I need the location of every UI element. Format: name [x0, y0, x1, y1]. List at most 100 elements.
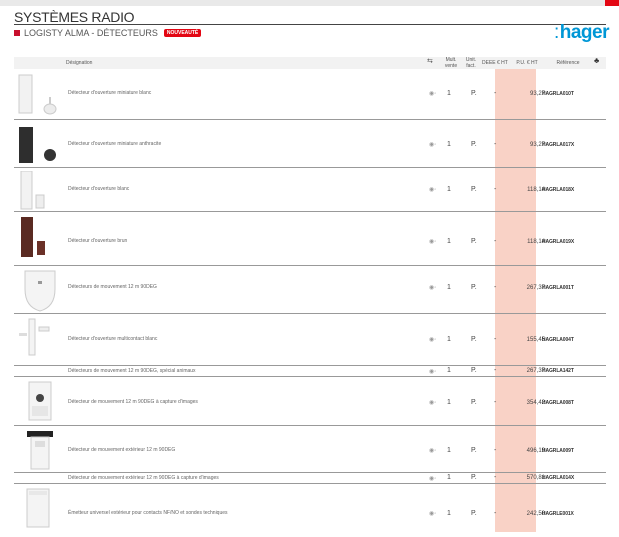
row-qty: 1	[447, 367, 451, 374]
row-description: Détecteur de mouvement extérieur 12 m 90…	[68, 447, 176, 453]
row-description: Émetteur universel extérieur pour contac…	[68, 510, 228, 516]
row-description: Détecteurs de mouvement 12 m 90DEG	[68, 284, 157, 290]
row-unit: P.	[471, 399, 477, 406]
product-image-multicontact	[19, 318, 50, 356]
header-price: P.U. € HT	[516, 60, 538, 66]
section-divider	[14, 24, 606, 25]
row-unit: P.	[471, 238, 477, 245]
row-deee: -	[494, 90, 497, 97]
section-title: SYSTÈMES RADIO	[14, 9, 135, 25]
row-qty: 1	[447, 141, 451, 148]
row-reference: HAGRLA008T	[542, 400, 574, 406]
row-price: 118,14	[527, 239, 545, 245]
row-qty: 1	[447, 399, 451, 406]
table-row: Détecteur de mouvement 12 m 90DEG à capt…	[14, 377, 606, 426]
product-image-universal-transmitter	[26, 488, 50, 528]
row-price: 496,19	[526, 448, 545, 454]
row-unit: P.	[471, 447, 477, 454]
row-qty: 1	[447, 474, 451, 481]
row-deee: -	[494, 474, 497, 481]
table-header: Désignation ⇆ Mult. vente Unit. fact. DE…	[14, 57, 606, 69]
row-qty: 1	[447, 284, 451, 291]
row-deee: -	[494, 367, 497, 374]
row-description: Détecteur de mouvement 12 m 90DEG à capt…	[68, 399, 198, 405]
corner-tab	[605, 0, 619, 6]
product-image-opening-mini-anthracite	[19, 127, 56, 163]
header-multiple-sale: Mult. vente	[444, 57, 458, 69]
hager-logo: :hager	[553, 22, 610, 44]
radio-icon: ⇆	[427, 58, 433, 65]
logo-text: hager	[559, 22, 610, 43]
radio-badge: ◉◦	[429, 369, 437, 375]
product-image-opening-brown	[21, 217, 45, 257]
table-row: Émetteur universel extérieur pour contac…	[14, 484, 606, 532]
row-description: Détecteur de mouvement extérieur 12 m 90…	[68, 475, 219, 481]
radio-badge: ◉◦	[429, 187, 437, 193]
product-image-motion-detector	[24, 270, 56, 312]
row-unit: P.	[471, 284, 477, 291]
table-row: Détecteurs de mouvement 12 m 90DEG, spéc…	[14, 366, 606, 377]
row-unit: P.	[471, 510, 477, 517]
row-unit: P.	[471, 186, 477, 193]
row-deee: -	[494, 510, 497, 517]
logo-mark: :	[553, 22, 559, 43]
radio-badge: ◉◦	[429, 448, 437, 454]
row-reference: HAGRLA142T	[542, 368, 574, 374]
row-description: Détecteur d'ouverture miniature anthraci…	[68, 141, 162, 147]
row-price: 267,37	[526, 368, 545, 374]
row-description: Détecteurs de mouvement 12 m 90DEG, spéc…	[68, 368, 196, 374]
top-band	[0, 0, 619, 6]
radio-badge: ◉◦	[429, 337, 437, 343]
table-row: Détecteur d'ouverture miniature anthraci…	[14, 120, 606, 168]
row-deee: -	[494, 336, 497, 343]
header-reference: Référence	[556, 60, 580, 66]
row-unit: P.	[471, 90, 477, 97]
row-qty: 1	[447, 510, 451, 517]
row-deee: -	[494, 447, 497, 454]
row-qty: 1	[447, 336, 451, 343]
family-icon: ♣	[594, 56, 600, 65]
row-reference: HAGRLA017X	[542, 142, 575, 148]
row-description: Détecteur d'ouverture miniature blanc	[68, 90, 152, 96]
row-price: 93,27	[529, 142, 545, 148]
subtitle-label: LOGISTY ALMA - DÉTECTEURS	[24, 28, 158, 38]
radio-badge: ◉◦	[429, 91, 437, 97]
table-row: Détecteur d'ouverture multicontact blanc…	[14, 314, 606, 366]
table-row: Détecteurs de mouvement 12 m 90DEG ◉◦ 1 …	[14, 266, 606, 314]
row-reference: HAGRLA004T	[542, 337, 574, 343]
row-reference: HAGRLA010T	[542, 91, 574, 97]
product-image-opening-mini-white	[18, 74, 57, 115]
product-image-motion-camera	[28, 381, 52, 421]
row-price: 354,42	[526, 400, 545, 406]
row-deee: -	[494, 284, 497, 291]
row-deee: -	[494, 238, 497, 245]
product-image-opening-white	[20, 171, 45, 210]
row-unit: P.	[471, 367, 477, 374]
row-qty: 1	[447, 186, 451, 193]
header-deee: DEEE € HT	[482, 60, 508, 66]
row-reference: HAGRLA018X	[542, 187, 575, 193]
row-reference: HAGRLA014X	[542, 475, 575, 481]
row-description: Détecteur d'ouverture brun	[68, 238, 128, 244]
row-unit: P.	[471, 336, 477, 343]
row-price: 93,27	[529, 91, 545, 97]
row-reference: HAGRLA009T	[542, 448, 574, 454]
row-reference: HAGRLA001T	[542, 285, 574, 291]
radio-badge: ◉◦	[429, 400, 437, 406]
row-description: Détecteur d'ouverture blanc	[68, 186, 130, 192]
header-unit: Unit. fact.	[465, 57, 477, 69]
subtitle: LOGISTY ALMA - DÉTECTEURS NOUVEAUTÉ	[14, 28, 202, 38]
radio-badge: ◉◦	[429, 142, 437, 148]
row-price: 118,14	[527, 187, 545, 193]
row-price: 570,81	[526, 475, 545, 481]
header-designation: Désignation	[66, 60, 93, 66]
new-badge: NOUVEAUTÉ	[163, 29, 202, 37]
table-row: Détecteur de mouvement extérieur 12 m 90…	[14, 473, 606, 484]
table-row: Détecteur de mouvement extérieur 12 m 90…	[14, 426, 606, 473]
row-price: 155,45	[526, 337, 545, 343]
row-price: 267,37	[526, 285, 545, 291]
row-reference: HAGRLE001X	[542, 511, 574, 517]
row-qty: 1	[447, 238, 451, 245]
radio-badge: ◉◦	[429, 285, 437, 291]
row-price: 242,50	[526, 511, 545, 517]
